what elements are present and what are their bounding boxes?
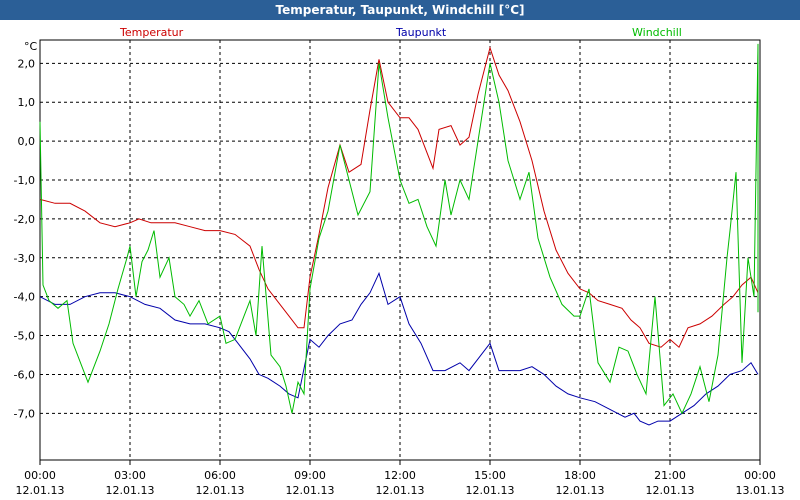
y-tick-label: 0,0 <box>18 135 36 148</box>
x-tick-date-label: 12.01.13 <box>16 484 65 497</box>
y-tick-label: -7,0 <box>14 407 35 420</box>
y-tick-label: -1,0 <box>14 174 35 187</box>
legend-windchill: Windchill <box>632 26 682 39</box>
x-tick-time-label: 15:00 <box>474 469 506 482</box>
x-tick-date-label: 12.01.13 <box>196 484 245 497</box>
x-tick-time-label: 18:00 <box>564 469 596 482</box>
y-tick-label: -6,0 <box>14 368 35 381</box>
y-tick-label: 1,0 <box>18 96 36 109</box>
x-tick-date-label: 13.01.13 <box>736 484 785 497</box>
legend-temperatur: Temperatur <box>119 26 184 39</box>
chart-title: Temperatur, Taupunkt, Windchill [°C] <box>275 3 525 17</box>
x-tick-time-label: 21:00 <box>654 469 686 482</box>
y-tick-label: -5,0 <box>14 330 35 343</box>
x-tick-time-label: 00:00 <box>744 469 776 482</box>
x-tick-time-label: 12:00 <box>384 469 416 482</box>
x-tick-time-label: 09:00 <box>294 469 326 482</box>
x-tick-date-label: 12.01.13 <box>376 484 425 497</box>
x-tick-time-label: 03:00 <box>114 469 146 482</box>
y-tick-label: 2,0 <box>18 57 36 70</box>
chart-title-bar: Temperatur, Taupunkt, Windchill [°C] <box>0 0 800 20</box>
y-tick-label: -4,0 <box>14 291 35 304</box>
x-tick-date-label: 12.01.13 <box>646 484 695 497</box>
x-tick-date-label: 12.01.13 <box>286 484 335 497</box>
x-tick-time-label: 06:00 <box>204 469 236 482</box>
y-tick-label: -2,0 <box>14 213 35 226</box>
chart-area: 2,0 1,0 0,0 -1,0 -2,0 -3,0 -4,0 -5,0 -6,0 -7,0 00:… <box>14 26 785 497</box>
x-tick-time-label: 00:00 <box>24 469 56 482</box>
y-axis-unit-label: °C <box>24 40 38 53</box>
x-tick-date-label: 12.01.13 <box>556 484 605 497</box>
x-tick-date-label: 12.01.13 <box>466 484 515 497</box>
y-tick-label: -3,0 <box>14 252 35 265</box>
x-tick-date-label: 12.01.13 <box>106 484 155 497</box>
legend-taupunkt: Taupunkt <box>395 26 447 39</box>
